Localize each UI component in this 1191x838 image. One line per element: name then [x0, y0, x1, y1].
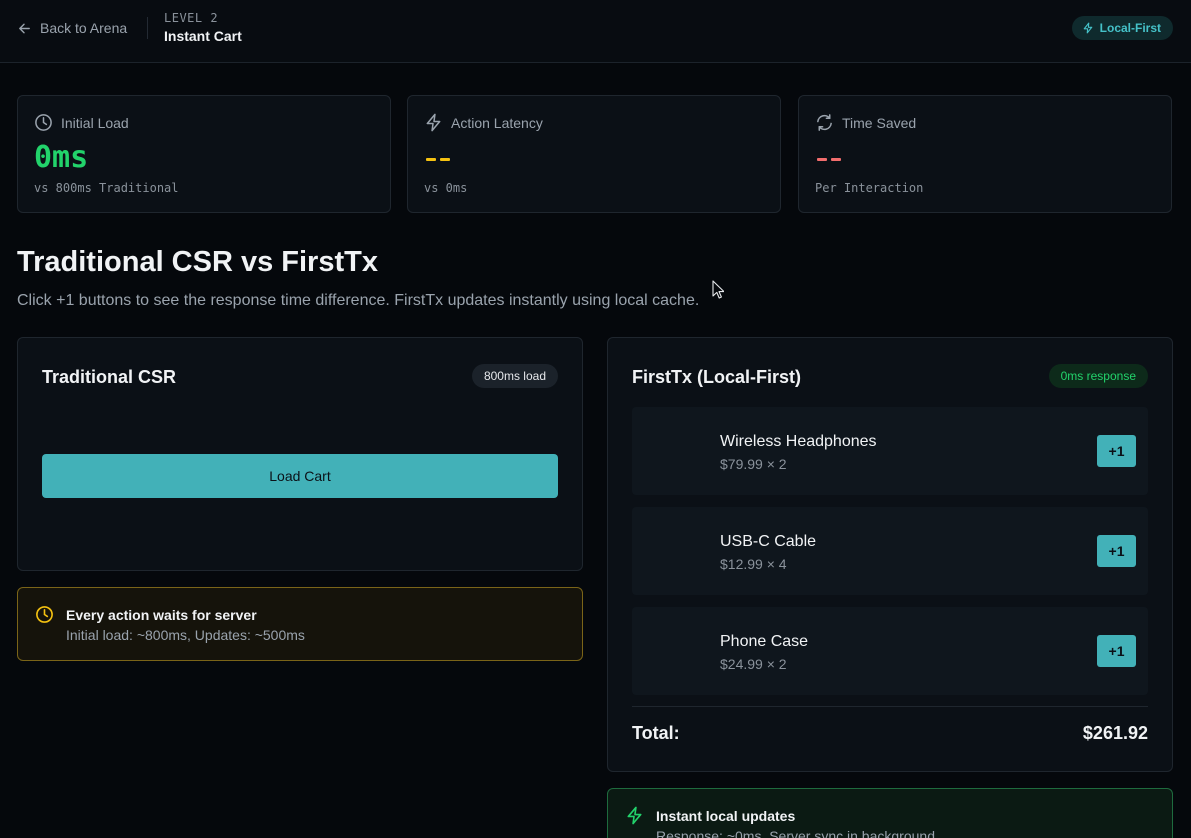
stat-label: Initial Load — [61, 114, 129, 131]
stat-label: Time Saved — [842, 114, 917, 131]
level-label: LEVEL 2 — [164, 11, 219, 25]
header-divider — [147, 17, 148, 39]
stat-value: 0ms — [34, 140, 89, 175]
total-divider — [632, 706, 1148, 707]
refresh-icon — [817, 114, 832, 131]
panel-title: FirstTx (Local-First) — [632, 367, 802, 387]
item-name: Wireless Headphones — [720, 433, 877, 450]
total-label: Total: — [632, 723, 680, 743]
mouse-cursor-icon — [712, 280, 724, 299]
back-to-arena-link[interactable]: Back to Arena — [17, 19, 127, 37]
increment-button[interactable]: +1 — [1097, 635, 1136, 667]
increment-button[interactable]: +1 — [1097, 435, 1136, 467]
firsttx-panel: FirstTx (Local-First) 0ms response Wirel… — [607, 337, 1173, 772]
stat-label: Action Latency — [451, 114, 543, 131]
clock-icon — [36, 606, 53, 623]
back-label: Back to Arena — [40, 20, 128, 36]
section-title: Traditional CSR vs FirstTx — [17, 246, 378, 278]
notice-sub: Initial load: ~800ms, Updates: ~500ms — [66, 627, 305, 643]
instant-update-notice: Instant local updates Response: ~0ms, Se… — [607, 788, 1173, 838]
item-price: $24.99 × 2 — [720, 656, 787, 672]
cart-item: Wireless Headphones $79.99 × 2 +1 — [632, 407, 1148, 495]
cart-item: USB-C Cable $12.99 × 4 +1 — [632, 507, 1148, 595]
stat-card-action-latency: Action Latency vs 0ms — [407, 95, 781, 213]
notice-sub: Response: ~0ms, Server sync in backgroun… — [656, 828, 935, 838]
item-name: Phone Case — [720, 633, 809, 650]
lightning-icon — [1083, 22, 1092, 34]
panel-title: Traditional CSR — [42, 367, 177, 387]
local-first-badge-label: Local-First — [1099, 21, 1161, 35]
notice-title: Every action waits for server — [66, 607, 257, 623]
stat-value-placeholder — [817, 158, 841, 161]
stat-card-initial-load: Initial Load 0ms vs 800ms Traditional — [17, 95, 391, 213]
clock-icon — [35, 114, 52, 131]
stat-value-placeholder — [426, 158, 450, 161]
notice-title: Instant local updates — [656, 808, 796, 824]
stat-card-time-saved: Time Saved Per Interaction — [798, 95, 1172, 213]
stat-sub: vs 800ms Traditional — [34, 181, 179, 195]
increment-button[interactable]: +1 — [1097, 535, 1136, 567]
response-time-badge: 0ms response — [1048, 364, 1148, 388]
item-price: $12.99 × 4 — [720, 556, 787, 572]
total-value: $261.92 — [1082, 723, 1148, 743]
load-cart-button[interactable]: Load Cart — [42, 454, 558, 498]
top-bar: Back to Arena LEVEL 2 Instant Cart Local… — [0, 0, 1191, 63]
lightning-icon — [426, 113, 441, 132]
server-wait-notice: Every action waits for server Initial lo… — [17, 587, 583, 661]
arrow-left-icon — [19, 23, 30, 33]
cart-item: Phone Case $24.99 × 2 +1 — [632, 607, 1148, 695]
traditional-csr-panel: Traditional CSR 800ms load Load Cart — [17, 337, 583, 571]
lightning-icon — [627, 806, 642, 825]
section-description: Click +1 buttons to see the response tim… — [17, 292, 700, 309]
load-time-badge: 800ms load — [471, 364, 558, 388]
item-name: USB-C Cable — [720, 533, 817, 550]
item-price: $79.99 × 2 — [720, 456, 787, 472]
page-title: Instant Cart — [164, 28, 242, 44]
local-first-badge: Local-First — [1071, 16, 1173, 40]
stat-sub: Per Interaction — [815, 181, 924, 195]
stat-sub: vs 0ms — [424, 181, 468, 195]
